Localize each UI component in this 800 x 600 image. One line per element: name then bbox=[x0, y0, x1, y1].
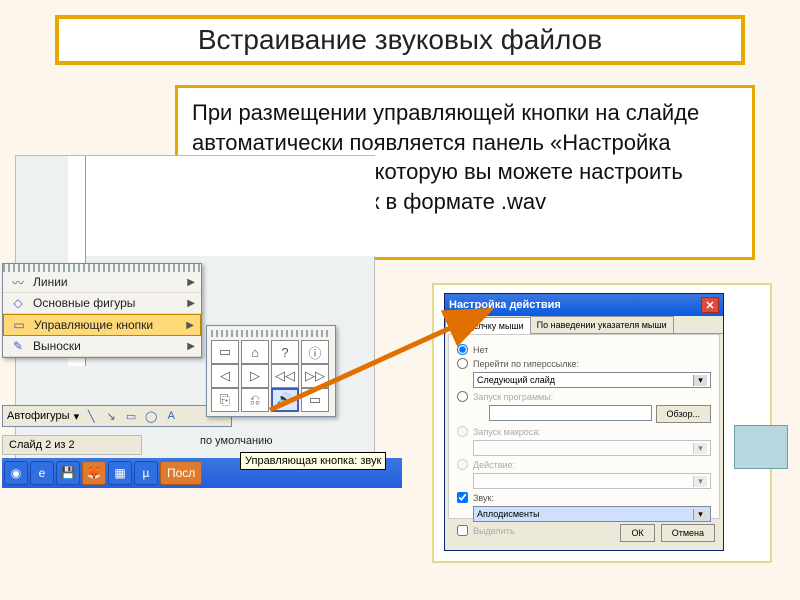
line-tool-icon[interactable]: ╲ bbox=[83, 410, 99, 423]
combo-value: Следующий слайд bbox=[477, 375, 555, 385]
text-tool-icon[interactable]: A bbox=[163, 410, 179, 422]
tooltip-sound-button: Управляющая кнопка: звук bbox=[240, 452, 386, 470]
dialog-titlebar[interactable]: Настройка действия ✕ bbox=[445, 294, 723, 316]
dialog-title-text: Настройка действия bbox=[449, 299, 561, 311]
combo-value: Аплодисменты bbox=[477, 509, 540, 519]
radio-hyperlink-input[interactable] bbox=[457, 358, 468, 369]
hyperlink-combo[interactable]: Следующий слайд ▾ bbox=[473, 372, 711, 388]
radio-label: Запуск программы: bbox=[473, 392, 553, 402]
action-btn-movie[interactable]: ▭ bbox=[301, 388, 329, 412]
radio-label: Перейти по гиперссылке: bbox=[473, 359, 579, 369]
taskbar-utorrent-icon[interactable]: µ bbox=[134, 461, 158, 485]
radio-hyperlink[interactable]: Перейти по гиперссылке: bbox=[457, 358, 711, 369]
taskbar-app-icon[interactable]: ▦ bbox=[108, 461, 132, 485]
dropdown-icon[interactable]: ▾ bbox=[693, 375, 707, 386]
radio-none-input[interactable] bbox=[457, 344, 468, 355]
dropdown-icon[interactable]: ▾ bbox=[74, 410, 80, 423]
menu-item-lines[interactable]: 〰 Линии ▶ bbox=[3, 272, 201, 293]
callout-icon: ✎ bbox=[9, 338, 27, 354]
dropdown-icon[interactable]: ▾ bbox=[693, 509, 707, 520]
menu-item-basic-shapes[interactable]: ◇ Основные фигуры ▶ bbox=[3, 293, 201, 314]
menu-item-label: Управляющие кнопки bbox=[34, 318, 153, 332]
menu-item-callouts[interactable]: ✎ Выноски ▶ bbox=[3, 336, 201, 357]
checkbox-sound[interactable]: Звук: bbox=[457, 492, 711, 503]
chevron-right-icon: ▶ bbox=[187, 341, 195, 352]
taskbar-ie-icon[interactable]: e bbox=[30, 461, 54, 485]
action-btn-end[interactable]: ▷▷ bbox=[301, 364, 329, 388]
ok-button[interactable]: ОК bbox=[620, 524, 654, 542]
action-button-icon: ▭ bbox=[10, 317, 28, 333]
radio-run-macro: Запуск макроса: bbox=[457, 426, 711, 437]
action-btn-return[interactable]: ⎌ bbox=[241, 388, 269, 412]
slide-counter: Слайд 2 из 2 bbox=[2, 435, 142, 455]
shapes-icon: ◇ bbox=[9, 295, 27, 311]
taskbar-running-label: Посл bbox=[167, 466, 195, 480]
program-path-field[interactable] bbox=[489, 405, 652, 421]
palette-drag-handle[interactable] bbox=[211, 330, 331, 337]
arrow-tool-icon[interactable]: ↘ bbox=[103, 410, 119, 423]
action-btn-document[interactable]: ⎘ bbox=[211, 388, 239, 412]
action-settings-dialog: Настройка действия ✕ По щелчку мыши По н… bbox=[444, 293, 724, 551]
action-btn-back[interactable]: ◁ bbox=[211, 364, 239, 388]
radio-label: Нет bbox=[473, 345, 488, 355]
chevron-right-icon: ▶ bbox=[186, 320, 194, 331]
radio-label: Запуск макроса: bbox=[473, 427, 541, 437]
highlight-checkbox[interactable] bbox=[457, 525, 468, 536]
menu-item-label: Выноски bbox=[33, 339, 81, 353]
radio-macro-input bbox=[457, 426, 468, 437]
checkbox-label: Звук: bbox=[473, 493, 494, 503]
slide-canvas bbox=[86, 156, 376, 256]
autoshapes-button[interactable]: Автофигуры bbox=[7, 410, 70, 422]
checkbox-label: Выделить bbox=[473, 526, 515, 536]
lines-icon: 〰 bbox=[9, 274, 27, 290]
chevron-right-icon: ▶ bbox=[187, 277, 195, 288]
menu-item-label: Линии bbox=[33, 275, 68, 289]
chevron-right-icon: ▶ bbox=[187, 298, 195, 309]
action-btn-sound[interactable]: 🔊 bbox=[271, 388, 299, 412]
slide-title-box: Встраивание звуковых файлов bbox=[55, 15, 745, 65]
autoshapes-toolbar: Автофигуры ▾ ╲ ↘ ▭ ◯ A bbox=[2, 405, 232, 427]
action-btn-forward[interactable]: ▷ bbox=[241, 364, 269, 388]
radio-none[interactable]: Нет bbox=[457, 344, 711, 355]
menu-drag-handle[interactable] bbox=[3, 264, 201, 272]
tab-on-click[interactable]: По щелчку мыши bbox=[445, 317, 531, 334]
action-combo: ▾ bbox=[473, 473, 711, 489]
inserted-action-button-shape[interactable] bbox=[734, 425, 788, 469]
dialog-tabs: По щелчку мыши По наведении указателя мы… bbox=[445, 316, 723, 334]
taskbar-running-app[interactable]: Посл bbox=[160, 461, 202, 485]
action-btn-help[interactable]: ? bbox=[271, 340, 299, 364]
rect-tool-icon[interactable]: ▭ bbox=[123, 410, 139, 423]
menu-item-action-buttons[interactable]: ▭ Управляющие кнопки ▶ bbox=[3, 314, 201, 336]
close-button[interactable]: ✕ bbox=[701, 297, 719, 313]
radio-run-program[interactable]: Запуск программы: bbox=[457, 391, 711, 402]
start-button[interactable]: ◉ bbox=[4, 461, 28, 485]
oval-tool-icon[interactable]: ◯ bbox=[143, 410, 159, 423]
dialog-body: Нет Перейти по гиперссылке: Следующий сл… bbox=[448, 334, 720, 519]
sound-checkbox[interactable] bbox=[457, 492, 468, 503]
macro-combo: ▾ bbox=[473, 440, 711, 456]
action-btn-custom[interactable]: ▭ bbox=[211, 340, 239, 364]
taskbar-save-icon[interactable]: 💾 bbox=[56, 461, 80, 485]
browse-button[interactable]: Обзор... bbox=[656, 405, 712, 423]
radio-label: Действие: bbox=[473, 460, 515, 470]
radio-action: Действие: bbox=[457, 459, 711, 470]
radio-program-input[interactable] bbox=[457, 391, 468, 402]
menu-item-label: Основные фигуры bbox=[33, 296, 135, 310]
radio-action-input bbox=[457, 459, 468, 470]
autoshapes-submenu: 〰 Линии ▶ ◇ Основные фигуры ▶ ▭ Управляю… bbox=[2, 263, 202, 358]
taskbar-firefox-icon[interactable]: 🦊 bbox=[82, 461, 106, 485]
tab-on-hover[interactable]: По наведении указателя мыши bbox=[530, 316, 674, 333]
default-layout-label: по умолчанию bbox=[200, 435, 272, 447]
slide-title: Встраивание звуковых файлов bbox=[198, 24, 602, 56]
cancel-button[interactable]: Отмена bbox=[661, 524, 715, 542]
action-btn-info[interactable]: ⓘ bbox=[301, 340, 329, 364]
right-screenshot-frame: Настройка действия ✕ По щелчку мыши По н… bbox=[432, 283, 772, 563]
action-buttons-palette: ▭ ⌂ ? ⓘ ◁ ▷ ◁◁ ▷▷ ⎘ ⎌ 🔊 ▭ bbox=[206, 325, 336, 417]
action-btn-home[interactable]: ⌂ bbox=[241, 340, 269, 364]
action-btn-beginning[interactable]: ◁◁ bbox=[271, 364, 299, 388]
